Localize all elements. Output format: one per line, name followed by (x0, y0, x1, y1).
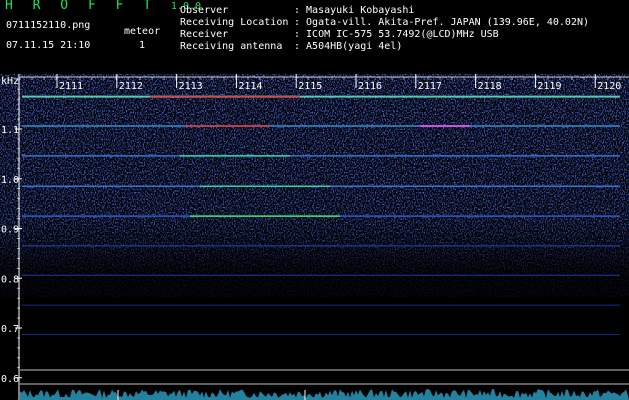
antenna-value: : A504HB(yagi 4el) (294, 41, 403, 52)
y-tick-label: 0.9 (1, 225, 19, 236)
x-tick-label: 2112 (119, 81, 143, 92)
x-tick-label: 2117 (418, 81, 442, 92)
datetime-label: 07.11.15 21:10 (6, 40, 91, 51)
y-tick-label: 0.6 (1, 374, 19, 385)
observer-label: Observer (180, 5, 229, 16)
x-tick-label: 2116 (358, 81, 382, 92)
x-tick-label: 2111 (59, 81, 83, 92)
x-tick-label: 2113 (179, 81, 203, 92)
info-values: : Masayuki Kobayashi : Ogata-vill. Akita… (294, 5, 589, 53)
x-tick-label: 2120 (597, 81, 621, 92)
app-title: H R O F F T 1.0.0 (5, 0, 201, 13)
noise-field (20, 88, 622, 278)
filename-label: 0711152110.png (6, 20, 91, 31)
y-tick-label: 0.8 (1, 274, 19, 285)
info-labels: Observer Receiving Location Receiver Rec… (180, 5, 288, 53)
app-title-text: H R O F F T (5, 0, 158, 13)
y-tick-label: 1.1 (1, 125, 19, 136)
receiver-value: : ICOM IC-575 53.7492(@LCD)MHz USB (294, 29, 499, 40)
meteor-label: meteor (124, 26, 161, 37)
x-tick-label: 2119 (537, 81, 561, 92)
location-label: Receiving Location (180, 17, 289, 28)
receiver-label: Receiver (180, 29, 229, 40)
observer-value: : Masayuki Kobayashi (294, 5, 415, 16)
meteor-count: 1 (139, 40, 146, 51)
x-tick-label: 2115 (298, 81, 322, 92)
antenna-label: Receiving antenna (180, 41, 283, 52)
y-tick-label: 1.0 (1, 175, 19, 186)
x-tick-label: 2114 (238, 81, 262, 92)
x-tick-label: 2118 (478, 81, 502, 92)
location-value: : Ogata-vill. Akita-Pref. JAPAN (139.96E… (294, 17, 590, 28)
y-tick-label: 0.7 (1, 324, 19, 335)
spectrogram-chart: kHz 1.1 1.0 0.9 0.8 0.7 0.6 2111 2112 2113 2114 211… (0, 74, 629, 400)
y-axis-unit-label: kHz (1, 76, 19, 87)
